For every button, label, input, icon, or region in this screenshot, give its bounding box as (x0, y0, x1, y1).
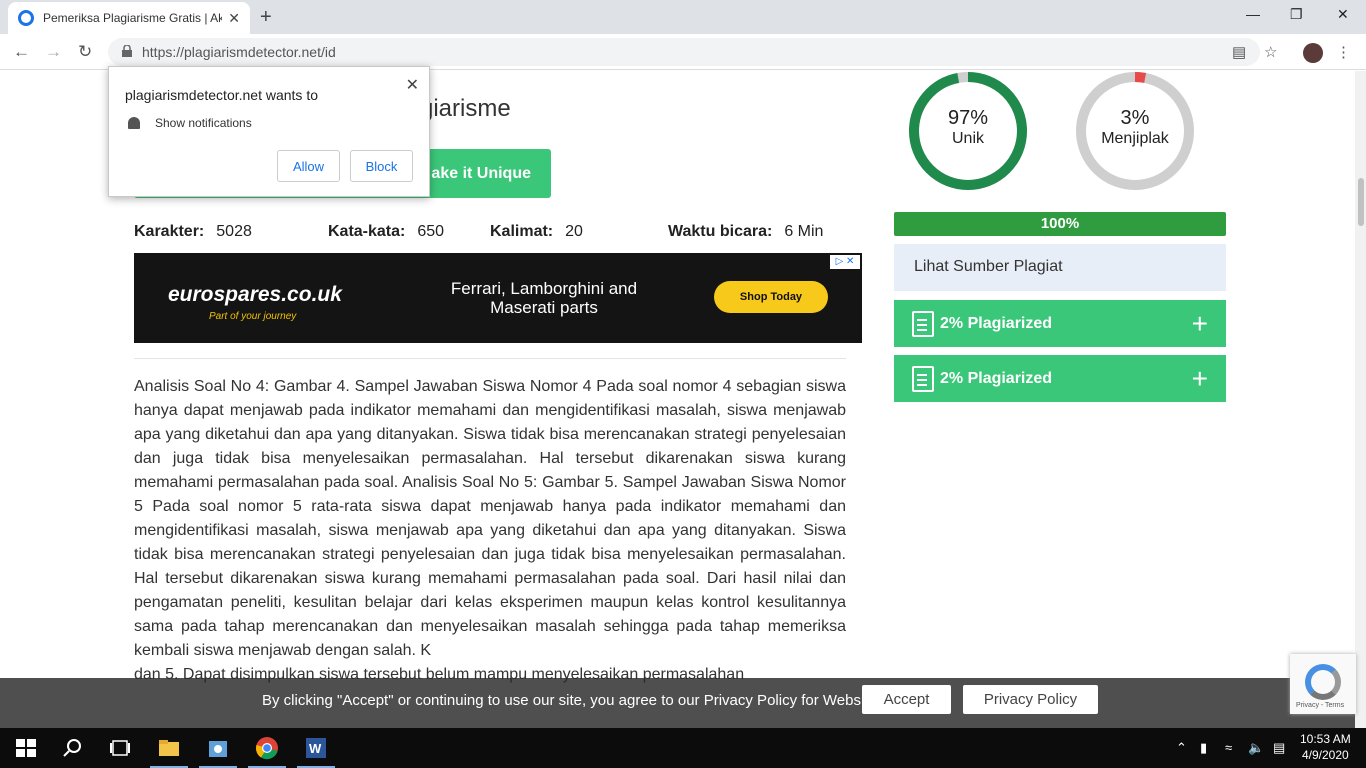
sentence-count: Kalimat: 20 (490, 223, 583, 241)
plagiarism-gauge: 3% Menjiplak (1075, 71, 1195, 191)
chrome-icon[interactable] (255, 736, 279, 760)
popup-title: plagiarismdetector.net wants to (125, 87, 318, 103)
recaptcha-terms[interactable]: Privacy - Terms (1296, 702, 1344, 709)
notification-permission-popup: plagiarismdetector.net wants to ✕ Show n… (108, 66, 430, 197)
search-icon[interactable] (61, 736, 85, 760)
ad-logo: eurospares.co.uk (168, 283, 342, 306)
reload-icon[interactable]: ↻ (78, 42, 92, 62)
permission-text: Show notifications (155, 116, 252, 130)
maximize-button[interactable]: ❐ (1290, 6, 1303, 23)
view-sources-button[interactable]: Lihat Sumber Plagiat (894, 244, 1226, 291)
menu-kebab-icon[interactable]: ⋮ (1336, 43, 1351, 61)
speaking-time: Waktu bicara: 6 Min (668, 223, 823, 241)
char-count-value: 5028 (216, 223, 252, 240)
sentence-count-label: Kalimat: (490, 223, 554, 240)
clock-time: 10:53 AM (1300, 732, 1351, 746)
clock-date: 4/9/2020 (1301, 748, 1349, 762)
bell-icon (128, 117, 140, 129)
plagiarized-item-label: 2% Plagiarized (940, 369, 1053, 387)
volume-icon[interactable]: 🔈 (1248, 740, 1264, 756)
word-count-label: Kata-kata: (328, 223, 406, 240)
expand-plus-icon[interactable]: + (1192, 363, 1208, 395)
allow-button[interactable]: Allow (277, 150, 340, 182)
profile-avatar[interactable] (1303, 43, 1323, 63)
char-count-label: Karakter: (134, 223, 205, 240)
forward-arrow-icon[interactable]: → (45, 42, 62, 62)
divider (134, 358, 846, 359)
tab-strip: Pemeriksa Plagiarisme Gratis | Ak ✕ + — … (0, 0, 1366, 34)
back-arrow-icon[interactable]: ← (13, 42, 30, 62)
plagiarism-percent: 3% (1120, 107, 1150, 129)
sentence-count-value: 20 (565, 223, 583, 240)
plagiarism-label: Menjiplak (1101, 130, 1169, 147)
translate-icon[interactable]: ▤ (1232, 43, 1246, 61)
accept-cookies-button[interactable]: Accept (862, 685, 951, 714)
store-app-icon[interactable] (206, 736, 230, 760)
svg-text:W: W (309, 741, 322, 756)
unique-label: Unik (951, 130, 984, 147)
tray-chevron-icon[interactable]: ⌃ (1176, 740, 1187, 756)
cookie-banner: By clicking "Accept" or continuing to us… (0, 678, 1355, 728)
url-text[interactable]: https://plagiarismdetector.net/id (142, 44, 336, 60)
plagiarized-item[interactable]: 2% Plagiarized + (894, 300, 1226, 347)
recaptcha-icon (1305, 664, 1341, 700)
expand-plus-icon[interactable]: + (1192, 308, 1208, 340)
windows-start-icon[interactable] (14, 736, 38, 760)
page-scrollbar[interactable] (1355, 71, 1366, 728)
input-text-content: Analisis Soal No 4: Gambar 4. Sampel Jaw… (134, 375, 846, 687)
site-favicon-icon (18, 10, 34, 26)
bookmark-star-icon[interactable]: ☆ (1264, 43, 1277, 61)
window-close-button[interactable]: ✕ (1337, 6, 1349, 23)
plagiarized-item-label: 2% Plagiarized (940, 314, 1053, 332)
new-tab-button[interactable]: + (260, 6, 272, 29)
address-bar[interactable]: https://plagiarismdetector.net/id (108, 38, 1260, 66)
body-text-main: Analisis Soal No 4: Gambar 4. Sampel Jaw… (134, 378, 846, 659)
scrollbar-thumb[interactable] (1358, 178, 1364, 226)
ad-tagline: Part of your journey (209, 311, 297, 322)
task-view-icon[interactable] (108, 736, 132, 760)
notification-center-icon[interactable]: ▤ (1273, 740, 1285, 756)
lock-icon (122, 45, 132, 57)
speaking-time-value: 6 Min (784, 223, 824, 240)
system-clock[interactable]: 10:53 AM 4/9/2020 (1300, 731, 1351, 763)
char-count: Karakter: 5028 (134, 223, 252, 241)
browser-tab[interactable]: Pemeriksa Plagiarisme Gratis | Ak ✕ (8, 2, 250, 34)
cookie-text: By clicking "Accept" or continuing to us… (262, 692, 877, 709)
word-count-value: 650 (417, 223, 445, 240)
block-button[interactable]: Block (350, 150, 413, 182)
unique-gauge: 97% Unik (908, 71, 1028, 191)
popup-close-icon[interactable]: ✕ (406, 75, 419, 95)
tab-close-icon[interactable]: ✕ (228, 10, 240, 27)
banner-ad[interactable]: eurospares.co.uk Part of your journey Fe… (134, 253, 862, 343)
adchoices-icon[interactable]: ▷ ✕ (830, 255, 860, 269)
wifi-icon[interactable]: ≈ (1225, 740, 1232, 755)
battery-icon[interactable]: ▮ (1200, 740, 1207, 756)
progress-bar: 100% (894, 212, 1226, 236)
speaking-time-label: Waktu bicara: (668, 223, 773, 240)
document-search-icon (912, 365, 934, 392)
unique-percent: 97% (947, 107, 989, 129)
document-search-icon (912, 310, 934, 337)
word-icon[interactable]: W (304, 736, 328, 760)
plagiarized-item[interactable]: 2% Plagiarized + (894, 355, 1226, 402)
page-heading: giarisme (420, 95, 511, 122)
recaptcha-badge[interactable]: Privacy - Terms (1290, 654, 1356, 714)
windows-taskbar: W ⌃ ▮ ≈ 🔈 ▤ 10:53 AM 4/9/2020 (0, 728, 1366, 768)
file-explorer-icon[interactable] (157, 736, 181, 760)
ad-message: Ferrari, Lamborghini and Maserati parts (450, 279, 638, 317)
tab-title: Pemeriksa Plagiarisme Gratis | Ak (43, 11, 223, 25)
minimize-button[interactable]: — (1246, 6, 1260, 22)
browser-toolbar: ← → ↻ https://plagiarismdetector.net/id … (0, 34, 1366, 70)
ad-shop-button[interactable]: Shop Today (714, 281, 828, 313)
privacy-policy-button[interactable]: Privacy Policy (963, 685, 1098, 714)
word-count: Kata-kata: 650 (328, 223, 444, 241)
